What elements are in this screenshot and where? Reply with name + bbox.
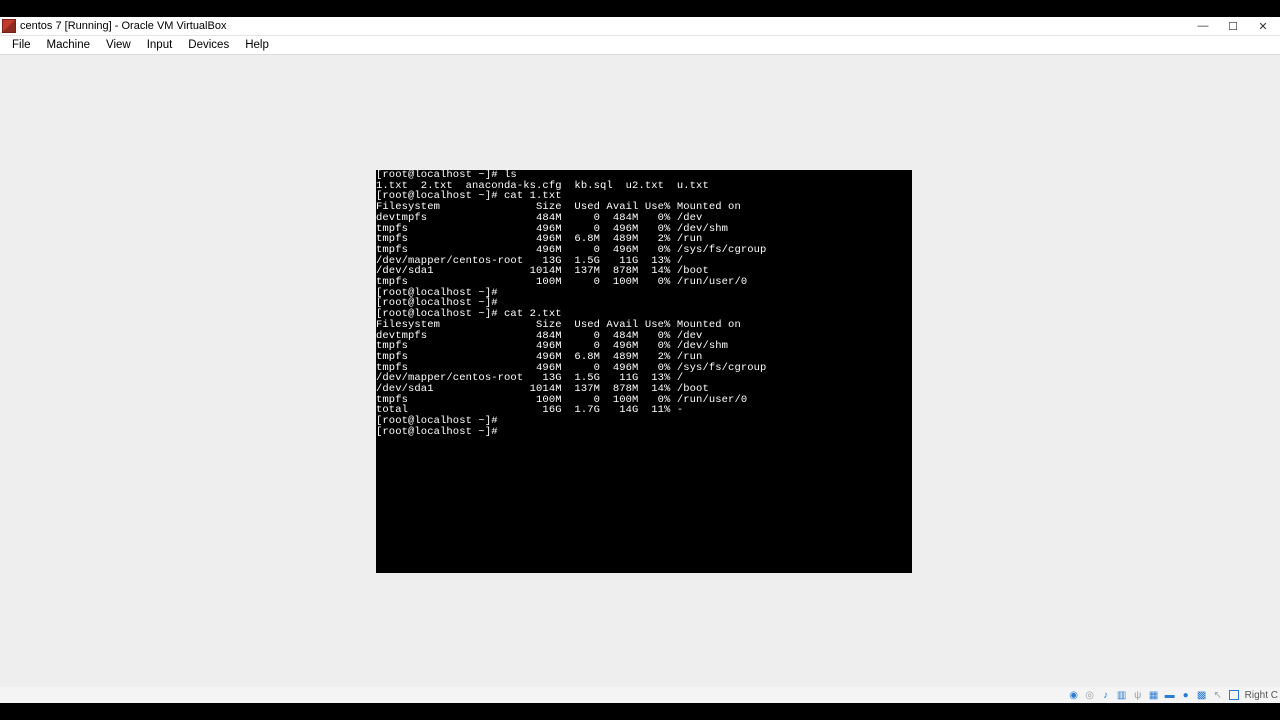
- window-title: centos 7 [Running] - Oracle VM VirtualBo…: [20, 20, 226, 32]
- window-titlebar: centos 7 [Running] - Oracle VM VirtualBo…: [0, 17, 1280, 36]
- usb-icon: ψ: [1131, 688, 1145, 702]
- menubar: File Machine View Input Devices Help: [0, 36, 1280, 55]
- virtualbox-icon: [2, 19, 16, 33]
- mouse-icon: ↖: [1211, 688, 1225, 702]
- menu-devices[interactable]: Devices: [180, 38, 237, 52]
- guest-display[interactable]: [root@localhost ~]# ls 1.txt 2.txt anaco…: [0, 55, 1280, 687]
- menu-view[interactable]: View: [98, 38, 139, 52]
- cpu-icon: ▩: [1195, 688, 1209, 702]
- close-button[interactable]: ✕: [1248, 17, 1278, 36]
- menu-file[interactable]: File: [4, 38, 39, 52]
- optical-icon: ◎: [1083, 688, 1097, 702]
- hostkey-label: Right C: [1245, 690, 1278, 701]
- guest-terminal[interactable]: [root@localhost ~]# ls 1.txt 2.txt anaco…: [376, 170, 912, 573]
- recording-icon: ●: [1179, 688, 1193, 702]
- network-icon: ▥: [1115, 688, 1129, 702]
- virtualbox-window: centos 7 [Running] - Oracle VM VirtualBo…: [0, 17, 1280, 703]
- menu-help[interactable]: Help: [237, 38, 277, 52]
- shared-folder-icon: ▦: [1147, 688, 1161, 702]
- letterbox-top: [0, 0, 1280, 17]
- menu-input[interactable]: Input: [139, 38, 181, 52]
- audio-icon: ♪: [1099, 688, 1113, 702]
- statusbar: ◉ ◎ ♪ ▥ ψ ▦ ▬ ● ▩ ↖ Right C: [0, 687, 1280, 703]
- letterbox-bottom: [0, 703, 1280, 720]
- hdd-icon: ◉: [1067, 688, 1081, 702]
- minimize-button[interactable]: —: [1188, 17, 1218, 36]
- menu-machine[interactable]: Machine: [39, 38, 98, 52]
- display-icon: ▬: [1163, 688, 1177, 702]
- maximize-button[interactable]: ☐: [1218, 17, 1248, 36]
- hostkey-icon: [1227, 688, 1241, 702]
